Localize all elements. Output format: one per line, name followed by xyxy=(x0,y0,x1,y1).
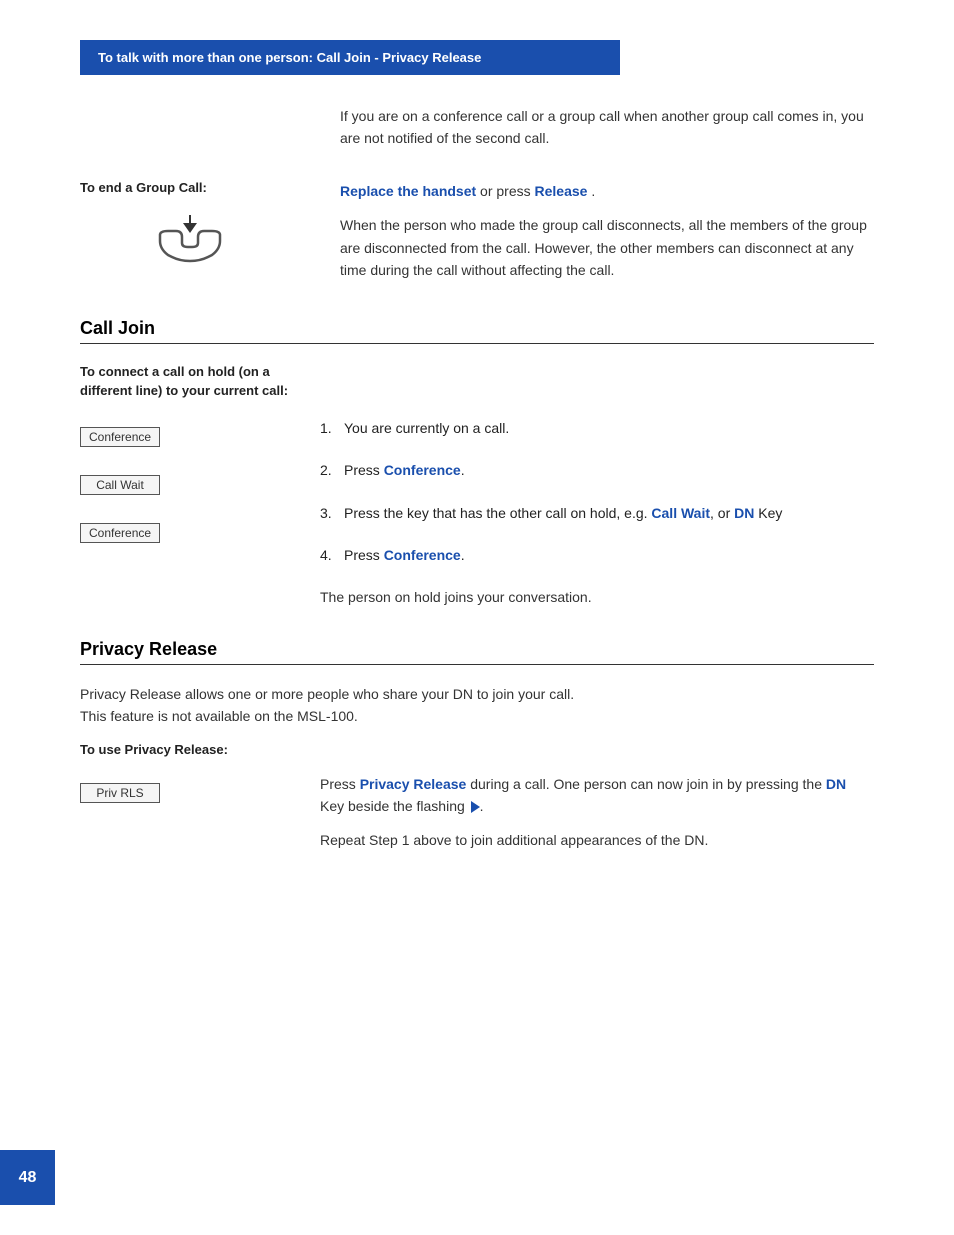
priv-step-2: Repeat Step 1 above to join additional a… xyxy=(320,829,874,851)
handset-icon xyxy=(140,213,240,268)
intro-text: If you are on a conference call or a gro… xyxy=(340,105,874,150)
or-text: or press xyxy=(480,183,534,199)
privacy-release-link: Privacy Release xyxy=(360,776,467,792)
step-num-3: 3. xyxy=(320,502,344,524)
handset-icon-area xyxy=(80,213,300,268)
key-conference-2: Conference xyxy=(80,523,280,543)
step-content-1: You are currently on a call. xyxy=(344,417,874,439)
cj-body: Conference Call Wait Conference 1. You a… xyxy=(80,417,874,609)
release-link: Release xyxy=(535,183,588,199)
group-call-left: To end a Group Call: xyxy=(80,180,300,288)
privacy-desc-1: Privacy Release allows one or more peopl… xyxy=(80,683,874,728)
step-3: 3. Press the key that has the other call… xyxy=(320,502,874,524)
call-join-section: Call Join To connect a call on hold (on … xyxy=(80,318,874,609)
group-call-label: To end a Group Call: xyxy=(80,180,300,195)
privacy-release-section: Privacy Release Privacy Release allows o… xyxy=(80,639,874,852)
banner-text: To talk with more than one person: Call … xyxy=(98,50,481,65)
use-privacy-label: To use Privacy Release: xyxy=(80,742,874,757)
step-content-3: Press the key that has the other call on… xyxy=(344,502,874,524)
priv-step-1: Press Privacy Release during a call. One… xyxy=(320,773,874,818)
cj-keys-column: Conference Call Wait Conference xyxy=(80,417,280,609)
callwait-button: Call Wait xyxy=(80,475,160,495)
step-1: 1. You are currently on a call. xyxy=(320,417,874,439)
join-text: The person on hold joins your conversati… xyxy=(320,586,874,608)
key-callwait: Call Wait xyxy=(80,475,280,495)
priv-key-column: Priv RLS xyxy=(80,773,280,852)
conference-button-1: Conference xyxy=(80,427,160,447)
step-num-1: 1. xyxy=(320,417,344,439)
call-join-header: Call Join xyxy=(80,318,874,344)
group-call-section: To end a Group Call: Replace the handset… xyxy=(80,180,874,288)
priv-body: Priv RLS Press Privacy Release during a … xyxy=(80,773,874,852)
group-call-right: Replace the handset or press Release . W… xyxy=(340,180,874,288)
call-join-title: Call Join xyxy=(80,318,155,338)
privacy-release-header: Privacy Release xyxy=(80,639,874,665)
priv-dn-link: DN xyxy=(826,776,846,792)
page-number-badge: 48 xyxy=(0,1150,55,1205)
step-num-2: 2. xyxy=(320,459,344,481)
cj-instructions: To connect a call on hold (on a differen… xyxy=(80,362,310,401)
conference-button-2: Conference xyxy=(80,523,160,543)
step4-conference-link: Conference xyxy=(384,547,461,563)
replace-handset-link: Replace the handset xyxy=(340,183,476,199)
step-4: 4. Press Conference. xyxy=(320,544,874,566)
priv-steps-column: Press Privacy Release during a call. One… xyxy=(320,773,874,852)
top-section: If you are on a conference call or a gro… xyxy=(80,105,874,150)
triangle-icon xyxy=(471,801,480,813)
step-2: 2. Press Conference. xyxy=(320,459,874,481)
blue-banner: To talk with more than one person: Call … xyxy=(80,40,620,75)
step2-conference-link: Conference xyxy=(384,462,461,478)
key-conference-1: Conference xyxy=(80,427,280,447)
page-number: 48 xyxy=(19,1169,37,1187)
step3-callwait-link: Call Wait xyxy=(651,505,710,521)
step-content-4: Press Conference. xyxy=(344,544,874,566)
privacy-release-title: Privacy Release xyxy=(80,639,217,659)
replace-line: Replace the handset or press Release . xyxy=(340,180,874,202)
group-call-desc: When the person who made the group call … xyxy=(340,214,874,281)
step3-dn-link: DN xyxy=(734,505,754,521)
step-num-4: 4. xyxy=(320,544,344,566)
top-left xyxy=(80,105,300,150)
page-content: To talk with more than one person: Call … xyxy=(0,0,954,922)
cj-steps-column: 1. You are currently on a call. 2. Press… xyxy=(320,417,874,609)
priv-rls-button: Priv RLS xyxy=(80,783,160,803)
step-content-2: Press Conference. xyxy=(344,459,874,481)
